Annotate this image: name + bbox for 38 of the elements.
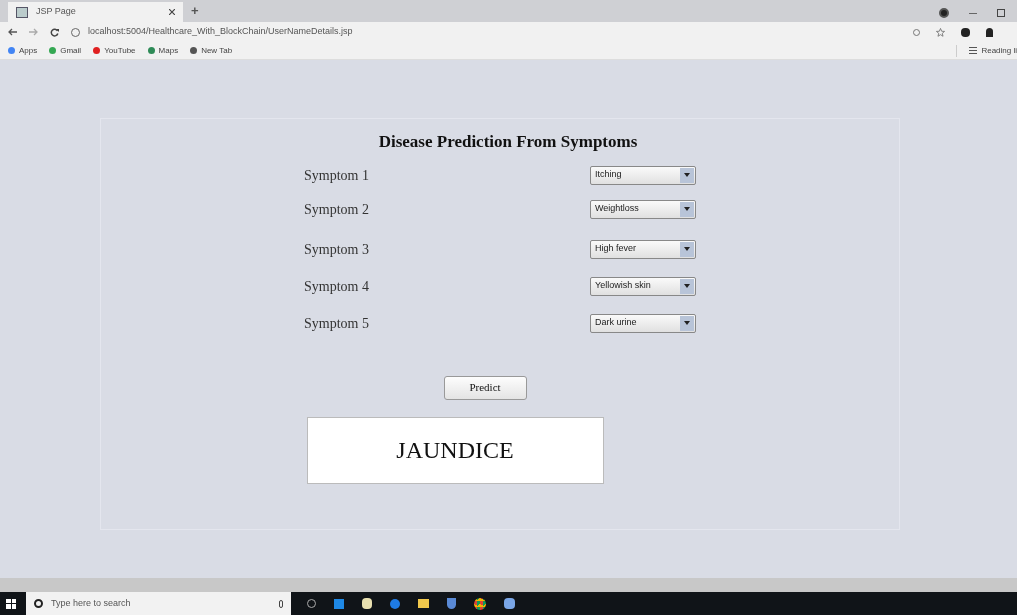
symptom-label: Symptom 4 bbox=[304, 277, 369, 296]
page-icon bbox=[16, 6, 28, 18]
bookmark-link[interactable]: Apps bbox=[8, 44, 38, 57]
address-field[interactable]: localhost:5004/Healthcare_With_BlockChain/UserNameDetails.jsp bbox=[88, 25, 353, 39]
bookmark-link[interactable]: YouTube bbox=[93, 44, 136, 57]
bookmark-link[interactable]: Maps bbox=[147, 44, 179, 57]
minimize-icon[interactable] bbox=[969, 12, 977, 14]
symptom-dropdown[interactable]: Yellowish skin bbox=[590, 276, 696, 296]
close-icon[interactable] bbox=[169, 9, 175, 15]
symptom-dropdown[interactable]: Dark urine bbox=[590, 313, 696, 333]
symptom-dropdown[interactable]: Weightloss bbox=[590, 199, 696, 219]
microphone-icon[interactable] bbox=[279, 599, 283, 608]
symptom-dropdown[interactable]: High fever bbox=[590, 239, 696, 259]
symptom-label: Symptom 2 bbox=[304, 200, 369, 219]
symptom-label: Symptom 3 bbox=[304, 240, 369, 259]
shield-icon[interactable] bbox=[447, 598, 456, 609]
maximize-icon[interactable] bbox=[997, 9, 1005, 17]
reload-icon[interactable] bbox=[50, 27, 59, 37]
star-icon[interactable] bbox=[936, 27, 945, 37]
symptom-label: Symptom 5 bbox=[304, 314, 369, 333]
windows-icon[interactable] bbox=[6, 598, 16, 609]
taskbar-search-field[interactable]: Type here to search bbox=[26, 592, 291, 615]
reading-list-icon[interactable] bbox=[969, 47, 978, 54]
symptom-dropdown[interactable]: Itching bbox=[590, 165, 696, 185]
new-tab-button[interactable]: + bbox=[191, 0, 199, 20]
symptom-label: Symptom 1 bbox=[304, 166, 369, 185]
bookmark-link[interactable]: Gmail bbox=[49, 44, 82, 57]
predict-button[interactable]: Predict bbox=[443, 375, 527, 400]
bookmark-link[interactable]: New Tab bbox=[190, 44, 233, 57]
page-title: Disease Prediction From Symptoms bbox=[378, 131, 638, 153]
back-icon[interactable] bbox=[8, 28, 17, 36]
browser-tab[interactable]: JSP Page bbox=[8, 2, 183, 22]
app-icon[interactable] bbox=[504, 598, 515, 609]
cortana-icon bbox=[34, 599, 43, 608]
reading-list-link[interactable]: Reading li bbox=[981, 44, 1017, 57]
tab-title: JSP Page bbox=[36, 5, 76, 19]
result-text: JAUNDICE bbox=[396, 436, 514, 465]
profile-icon[interactable] bbox=[939, 8, 949, 18]
